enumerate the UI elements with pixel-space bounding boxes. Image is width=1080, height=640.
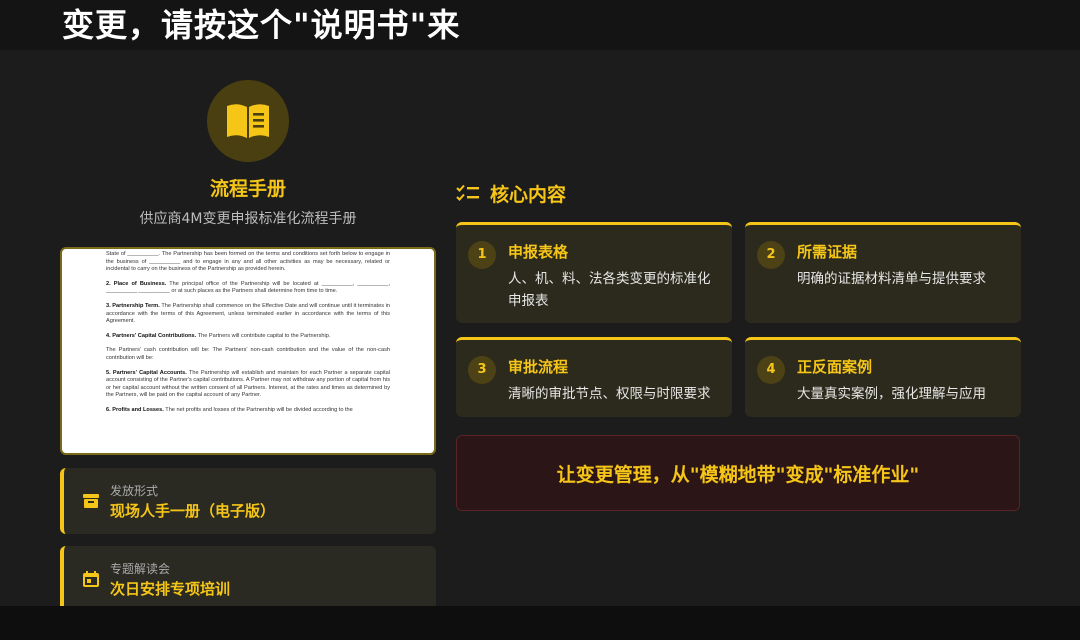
slogan-text: 让变更管理，从"模糊地带"变成"标准作业" [556,463,920,486]
feature-description: 大量真实案例，强化理解与应用 [797,386,986,402]
core-content-header: 核心内容 [456,180,566,206]
doc-paragraph: State of __________. The Partnership has… [106,251,390,273]
feature-title: 申报表格 [508,243,569,261]
doc-paragraph: 2. Place of Business. The principal offi… [106,280,391,295]
doc-paragraph: 4. Partners' Capital Contributions. The … [106,332,331,339]
slogan-banner: 让变更管理，从"模糊地带"变成"标准作业" [456,435,1020,511]
number-badge: 4 [757,356,785,384]
feature-description: 明确的证据材料清单与提供要求 [797,271,986,287]
page-title: 变更，请按这个"说明书"来 [62,6,461,44]
core-content-title: 核心内容 [490,183,567,206]
manual-subtitle: 供应商4M变更申报标准化流程手册 [139,211,357,227]
doc-paragraph: The Partners' cash contribution will be:… [106,347,390,361]
distribution-label: 发放形式 [110,484,159,498]
doc-paragraph: 5. Partners' Capital Accounts. The Partn… [106,369,391,399]
training-label: 专题解读会 [110,562,171,576]
feature-card-evidence[interactable]: 2 所需证据 明确的证据材料清单与提供要求 [745,222,1021,323]
number-badge: 1 [468,241,496,269]
feature-description: 人、机、料、法各类变更的标准化申报表 [508,271,711,309]
document-preview[interactable]: State of __________. The Partnership has… [60,247,436,455]
distribution-value: 现场人手一册（电子版） [110,502,276,520]
feature-title: 审批流程 [508,358,569,376]
feature-card-approval[interactable]: 3 审批流程 清晰的审批节点、权限与时限要求 [456,337,732,417]
training-card: 专题解读会 次日安排专项培训 [60,546,436,612]
checklist-icon [456,184,479,201]
manual-title: 流程手册 [209,178,286,200]
distribution-card: 发放形式 现场人手一册（电子版） [60,468,436,534]
book-icon [207,80,289,162]
archive-icon [83,494,99,508]
training-value: 次日安排专项培训 [110,580,231,598]
number-badge: 3 [468,356,496,384]
feature-title: 正反面案例 [797,358,873,376]
doc-paragraph: 6. Profits and Losses. The net profits a… [106,406,353,413]
doc-paragraph: 3. Partnership Term. The Partnership sha… [106,302,390,325]
feature-title: 所需证据 [797,243,858,261]
feature-card-forms[interactable]: 1 申报表格 人、机、料、法各类变更的标准化申报表 [456,222,732,323]
calendar-icon [83,571,99,587]
bottom-band [0,606,1080,640]
feature-description: 清晰的审批节点、权限与时限要求 [508,386,711,402]
number-badge: 2 [757,241,785,269]
feature-card-cases[interactable]: 4 正反面案例 大量真实案例，强化理解与应用 [745,337,1021,417]
